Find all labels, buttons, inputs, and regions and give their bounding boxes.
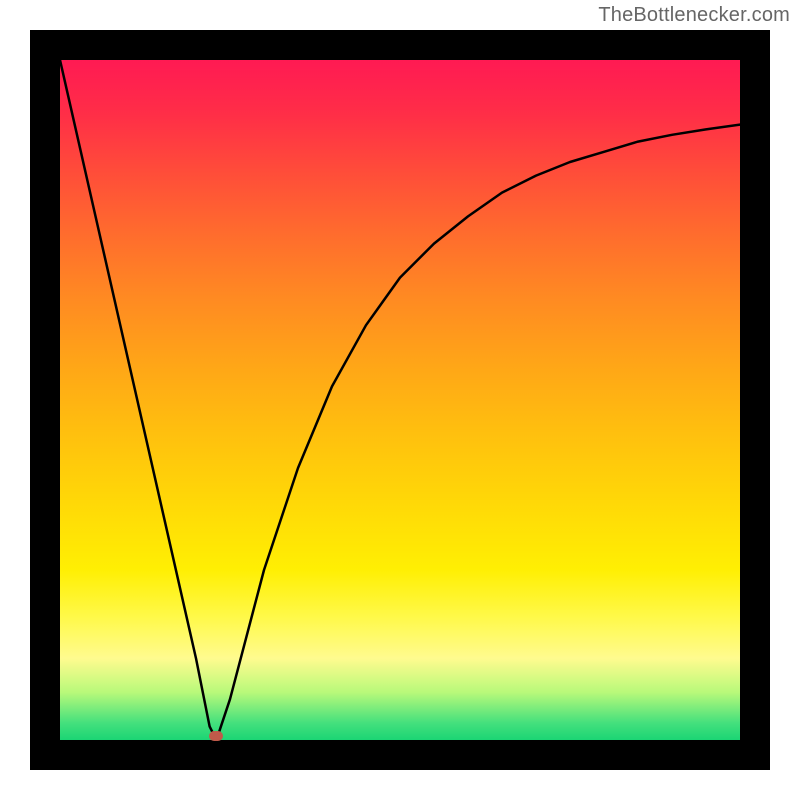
chart-container: TheBottlenecker.com	[0, 0, 800, 800]
bottleneck-curve	[60, 60, 740, 740]
optimal-point-marker	[209, 731, 223, 741]
attribution-text: TheBottlenecker.com	[598, 4, 790, 27]
